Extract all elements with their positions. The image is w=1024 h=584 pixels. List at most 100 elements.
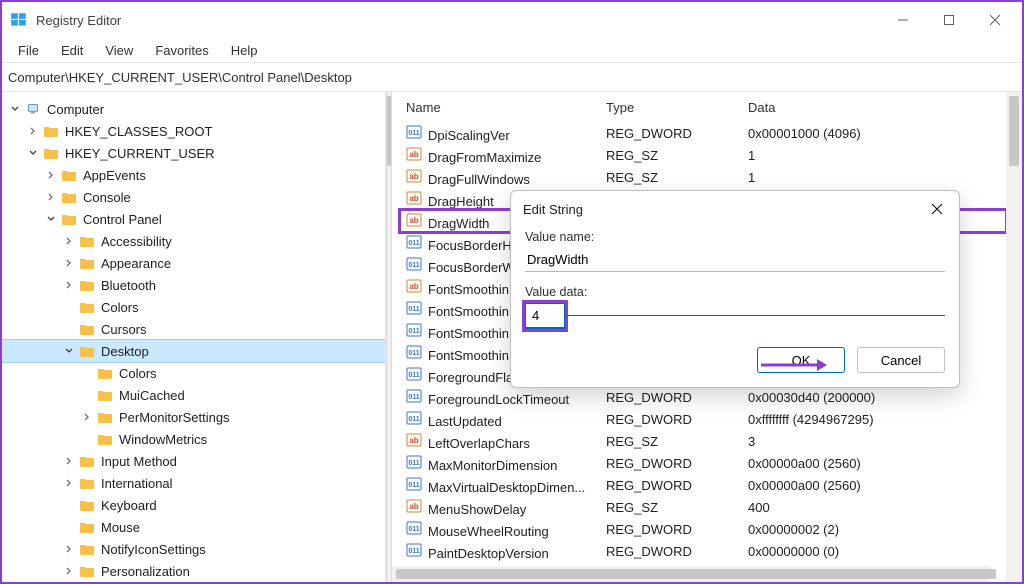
chevron-icon[interactable]: [62, 564, 76, 578]
chevron-icon[interactable]: [62, 344, 76, 358]
value-row[interactable]: 011PaintDesktopVersion REG_DWORD 0x00000…: [400, 540, 1006, 562]
chevron-icon[interactable]: [62, 454, 76, 468]
value-data: 400: [742, 500, 1006, 515]
value-row[interactable]: 011ForegroundLockTimeout REG_DWORD 0x000…: [400, 386, 1006, 408]
value-row[interactable]: abLeftOverlapChars REG_SZ 3: [400, 430, 1006, 452]
chevron-icon[interactable]: [62, 300, 76, 314]
svg-text:ab: ab: [409, 150, 418, 159]
tree-muicached[interactable]: MuiCached: [2, 384, 385, 406]
svg-text:011: 011: [408, 350, 419, 357]
col-data[interactable]: Data: [742, 98, 1006, 122]
maximize-button[interactable]: [926, 4, 972, 36]
svg-text:ab: ab: [409, 436, 418, 445]
chevron-icon[interactable]: [80, 432, 94, 446]
binary-icon: 011: [406, 476, 424, 492]
value-name: LeftOverlapChars: [428, 436, 530, 451]
value-data: 0x00000a00 (2560): [742, 456, 1006, 471]
tree-label: International: [101, 476, 173, 491]
chevron-icon[interactable]: [80, 388, 94, 402]
tree-label: Input Method: [101, 454, 177, 469]
cancel-button[interactable]: Cancel: [857, 347, 945, 373]
chevron-icon[interactable]: [62, 520, 76, 534]
value-name: FontSmoothin: [428, 348, 509, 363]
tree-cursors[interactable]: Cursors: [2, 318, 385, 340]
tree-label: Control Panel: [83, 212, 162, 227]
folder-icon: [78, 256, 96, 270]
tree-appearance[interactable]: Appearance: [2, 252, 385, 274]
chevron-icon[interactable]: [44, 168, 58, 182]
value-row[interactable]: abDragFullWindows REG_SZ 1: [400, 166, 1006, 188]
tree-mouse[interactable]: Mouse: [2, 516, 385, 538]
tree-label: WindowMetrics: [119, 432, 207, 447]
tree-controlpanel[interactable]: Control Panel: [2, 208, 385, 230]
menu-help[interactable]: Help: [221, 41, 268, 60]
tree-console[interactable]: Console: [2, 186, 385, 208]
value-data: 1: [742, 170, 1006, 185]
col-type[interactable]: Type: [600, 98, 742, 122]
value-row[interactable]: abDragFromMaximize REG_SZ 1: [400, 144, 1006, 166]
value-type: REG_SZ: [600, 148, 742, 163]
dialog-close-button[interactable]: [923, 195, 951, 223]
value-row[interactable]: 011MaxMonitorDimension REG_DWORD 0x00000…: [400, 452, 1006, 474]
tree-hkcr[interactable]: HKEY_CLASSES_ROOT: [2, 120, 385, 142]
value-data: 0x00000a00 (2560): [742, 478, 1006, 493]
value-row[interactable]: abMenuShowDelay REG_SZ 400: [400, 496, 1006, 518]
menu-view[interactable]: View: [95, 41, 143, 60]
valuedata-field[interactable]: [525, 303, 565, 329]
address-bar[interactable]: Computer\HKEY_CURRENT_USER\Control Panel…: [2, 62, 1022, 92]
tree-windowmetrics[interactable]: WindowMetrics: [2, 428, 385, 450]
tree-desktop-colors[interactable]: Colors: [2, 362, 385, 384]
minimize-button[interactable]: [880, 4, 926, 36]
col-name[interactable]: Name: [400, 98, 600, 122]
chevron-icon[interactable]: [8, 102, 22, 116]
chevron-icon[interactable]: [62, 322, 76, 336]
value-name: PaintDesktopVersion: [428, 546, 549, 561]
tree-keyboard[interactable]: Keyboard: [2, 494, 385, 516]
chevron-icon[interactable]: [80, 366, 94, 380]
chevron-icon[interactable]: [62, 476, 76, 490]
vertical-scrollbar[interactable]: [1006, 92, 1022, 582]
chevron-icon[interactable]: [44, 190, 58, 204]
tree-appevents[interactable]: AppEvents: [2, 164, 385, 186]
tree-colors[interactable]: Colors: [2, 296, 385, 318]
value-row[interactable]: 011MaxVirtualDesktopDimen... REG_DWORD 0…: [400, 474, 1006, 496]
tree-desktop[interactable]: Desktop: [2, 340, 385, 362]
tree-hkcu[interactable]: HKEY_CURRENT_USER: [2, 142, 385, 164]
folder-icon: [78, 300, 96, 314]
chevron-icon[interactable]: [62, 498, 76, 512]
tree-bluetooth[interactable]: Bluetooth: [2, 274, 385, 296]
menu-edit[interactable]: Edit: [51, 41, 93, 60]
valuename-field[interactable]: [525, 248, 945, 272]
chevron-icon[interactable]: [62, 278, 76, 292]
close-button[interactable]: [972, 4, 1018, 36]
tree-computer[interactable]: Computer: [2, 98, 385, 120]
folder-icon: [78, 322, 96, 336]
tree-personalization[interactable]: Personalization: [2, 560, 385, 582]
edit-string-dialog: Edit String Value name: Value data: OK: [510, 190, 960, 388]
tree-label: Colors: [101, 300, 139, 315]
horizontal-scrollbar[interactable]: [392, 566, 990, 582]
value-row[interactable]: 011DpiScalingVer REG_DWORD 0x00001000 (4…: [400, 122, 1006, 144]
menu-file[interactable]: File: [8, 41, 49, 60]
value-row[interactable]: 011MouseWheelRouting REG_DWORD 0x0000000…: [400, 518, 1006, 540]
menu-favorites[interactable]: Favorites: [145, 41, 218, 60]
chevron-icon[interactable]: [26, 146, 40, 160]
tree-label: PerMonitorSettings: [119, 410, 230, 425]
svg-text:011: 011: [408, 526, 419, 533]
tree-inputmethod[interactable]: Input Method: [2, 450, 385, 472]
tree-international[interactable]: International: [2, 472, 385, 494]
chevron-icon[interactable]: [62, 234, 76, 248]
value-row[interactable]: 011LastUpdated REG_DWORD 0xffffffff (429…: [400, 408, 1006, 430]
chevron-icon[interactable]: [62, 256, 76, 270]
value-name: MouseWheelRouting: [428, 524, 549, 539]
value-data: 0x00001000 (4096): [742, 126, 1006, 141]
tree-permonitor[interactable]: PerMonitorSettings: [2, 406, 385, 428]
chevron-icon[interactable]: [26, 124, 40, 138]
chevron-icon[interactable]: [44, 212, 58, 226]
value-name: FocusBorderH: [428, 238, 512, 253]
tree-notifyicon[interactable]: NotifyIconSettings: [2, 538, 385, 560]
chevron-icon[interactable]: [62, 542, 76, 556]
chevron-icon[interactable]: [80, 410, 94, 424]
tree-accessibility[interactable]: Accessibility: [2, 230, 385, 252]
value-data: 0x00030d40 (200000): [742, 390, 1006, 405]
